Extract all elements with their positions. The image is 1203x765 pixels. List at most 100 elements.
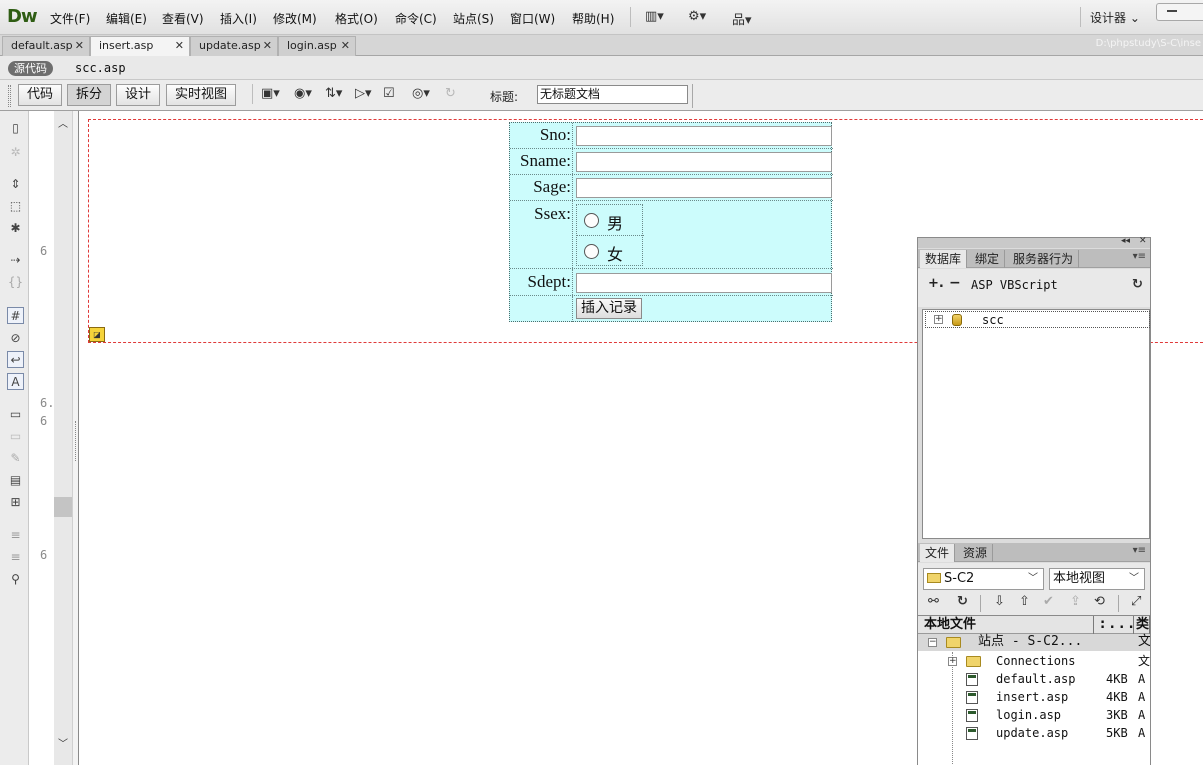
syntax-coloring-icon[interactable]: A <box>7 373 24 390</box>
remove-comment-icon[interactable]: ▭ <box>7 428 24 445</box>
column-local-files[interactable]: 本地文件 <box>918 616 1094 634</box>
format-source-icon[interactable]: ⚲ <box>7 571 24 588</box>
site-manage-icon[interactable]: 品▾ <box>732 9 752 28</box>
expand-panel-icon[interactable]: ⤢ <box>1131 594 1141 609</box>
close-icon[interactable]: ✕ <box>263 37 272 55</box>
menu-view[interactable]: 查看(V) <box>162 10 204 27</box>
radio-row-male[interactable]: 男 <box>577 205 644 236</box>
sdept-input[interactable] <box>576 273 832 293</box>
put-files-icon[interactable]: ⇧ <box>1019 594 1030 609</box>
radio-row-female[interactable]: 女 <box>577 236 644 267</box>
close-icon[interactable]: ✕ <box>175 37 184 55</box>
radio-female[interactable] <box>584 244 599 259</box>
site-root-node[interactable]: − 站点 - S-C2... 文 <box>918 634 1150 651</box>
server-language[interactable]: ASP VBScript <box>971 278 1058 292</box>
scroll-thumb[interactable] <box>54 497 72 517</box>
tab-server-behaviors[interactable]: 服务器行为 <box>1008 250 1080 268</box>
multiscreen-icon[interactable]: ▣▾ <box>261 86 280 101</box>
check-out-icon[interactable]: ✔ <box>1043 594 1054 609</box>
open-documents-icon[interactable]: ▯ <box>7 120 24 137</box>
sno-input[interactable] <box>576 126 832 146</box>
menu-file[interactable]: 文件(F) <box>50 10 90 27</box>
list-item[interactable]: default.asp 4KB A <box>918 670 1150 688</box>
move-css-icon[interactable]: ⊞ <box>7 494 24 511</box>
close-icon[interactable]: ✕ <box>75 37 84 55</box>
toolbar-grip[interactable] <box>8 85 11 107</box>
synchronize-icon[interactable]: ⟲ <box>1094 594 1105 609</box>
collapse-panel-icon[interactable]: ◂◂ <box>1121 236 1130 246</box>
collapse-selection-icon[interactable]: ⬚ <box>7 198 24 215</box>
chevron-up-icon[interactable]: ︿ <box>58 115 68 130</box>
get-files-icon[interactable]: ⇩ <box>994 594 1005 609</box>
visual-aids-icon[interactable]: ◎▾ <box>412 86 430 101</box>
panel-grip[interactable]: ◂◂ ✕ <box>918 236 1150 248</box>
outdent-code-icon[interactable]: ≡ <box>7 549 24 566</box>
sname-input[interactable] <box>576 152 832 172</box>
menu-site[interactable]: 站点(S) <box>453 10 494 27</box>
tab-files[interactable]: 文件 <box>920 544 956 562</box>
check-browser-icon[interactable]: ▷▾ <box>355 86 372 101</box>
apply-comment-icon[interactable]: ▭ <box>7 406 24 423</box>
menu-format[interactable]: 格式(O) <box>335 10 378 27</box>
connection-node-scc[interactable]: + scc <box>925 311 1150 328</box>
menu-help[interactable]: 帮助(H) <box>572 10 614 27</box>
tab-bindings[interactable]: 绑定 <box>970 250 1006 268</box>
panel-options-icon[interactable]: ▾≡ <box>1133 251 1146 262</box>
layout-menu-icon[interactable]: ▥▾ <box>645 9 664 24</box>
tab-update-asp[interactable]: update.asp ✕ <box>190 36 278 56</box>
refresh-design-icon[interactable]: ↻ <box>445 86 456 101</box>
related-file-link[interactable]: scc.asp <box>75 61 126 75</box>
refresh-icon[interactable]: ↻ <box>1132 277 1143 292</box>
validate-markup-icon[interactable]: ☑ <box>383 86 395 101</box>
list-item[interactable]: update.asp 5KB A <box>918 724 1150 742</box>
workspace-switcher[interactable]: 设计器 ⌄ <box>1090 9 1140 26</box>
tab-login-asp[interactable]: login.asp ✕ <box>278 36 356 56</box>
menu-edit[interactable]: 编辑(E) <box>106 10 147 27</box>
close-icon[interactable]: ✕ <box>341 37 350 55</box>
menu-commands[interactable]: 命令(C) <box>395 10 437 27</box>
insert-record-button[interactable]: 插入记录 <box>576 298 642 319</box>
close-icon[interactable]: ✕ <box>1139 236 1147 246</box>
add-connection-icon[interactable]: +. <box>928 276 944 291</box>
site-select[interactable]: S-C2 ﹀ <box>923 568 1044 590</box>
balance-braces-icon[interactable]: {} <box>7 274 24 291</box>
document-title-input[interactable]: 无标题文档 <box>537 85 688 104</box>
check-in-icon[interactable]: ⇪ <box>1070 594 1081 609</box>
split-view-button[interactable]: 拆分 <box>67 84 112 106</box>
select-parent-tag-icon[interactable]: ⇢ <box>7 252 24 269</box>
indent-code-icon[interactable]: ≡ <box>7 527 24 544</box>
tab-insert-asp[interactable]: insert.asp ✕ <box>90 36 190 57</box>
split-divider[interactable] <box>72 111 79 765</box>
collapse-full-tag-icon[interactable]: ⇕ <box>7 176 24 193</box>
menu-modify[interactable]: 修改(M) <box>273 10 317 27</box>
extend-gear-icon[interactable]: ⚙▾ <box>688 9 706 24</box>
show-code-navigator-icon[interactable]: ✲ <box>7 144 24 161</box>
column-type[interactable]: 类 <box>1134 616 1150 634</box>
asp-code-marker-icon[interactable]: ◪ <box>89 327 105 342</box>
design-view-button[interactable]: 设计 <box>116 84 161 106</box>
connect-icon[interactable]: ⚯ <box>928 594 939 609</box>
code-view-button[interactable]: 代码 <box>18 84 63 106</box>
remove-connection-icon[interactable]: − <box>949 275 961 291</box>
code-scrollbar[interactable]: ︿ ﹀ <box>54 111 72 765</box>
sage-input[interactable] <box>576 178 832 198</box>
expand-all-icon[interactable]: ✱ <box>7 220 24 237</box>
preview-browser-icon[interactable]: ◉▾ <box>294 86 312 101</box>
tab-databases[interactable]: 数据库 <box>920 250 968 268</box>
list-item[interactable]: insert.asp 4KB A <box>918 688 1150 706</box>
line-numbers-icon[interactable]: # <box>7 307 24 324</box>
live-view-button[interactable]: 实时视图 <box>166 84 237 106</box>
menu-insert[interactable]: 插入(I) <box>220 10 257 27</box>
collapse-icon[interactable]: − <box>928 638 937 647</box>
chevron-down-icon[interactable]: ﹀ <box>58 735 68 750</box>
expand-icon[interactable]: + <box>934 315 943 324</box>
refresh-icon[interactable]: ↻ <box>957 594 968 609</box>
minimize-button[interactable] <box>1156 3 1203 21</box>
menu-window[interactable]: 窗口(W) <box>510 10 555 27</box>
source-code-button[interactable]: 源代码 <box>8 61 53 76</box>
tab-assets[interactable]: 资源 <box>958 544 994 562</box>
tab-default-asp[interactable]: default.asp ✕ <box>2 36 90 56</box>
expand-icon[interactable]: + <box>948 657 957 666</box>
view-select[interactable]: 本地视图 ﹀ <box>1049 568 1145 590</box>
radio-male[interactable] <box>584 213 599 228</box>
